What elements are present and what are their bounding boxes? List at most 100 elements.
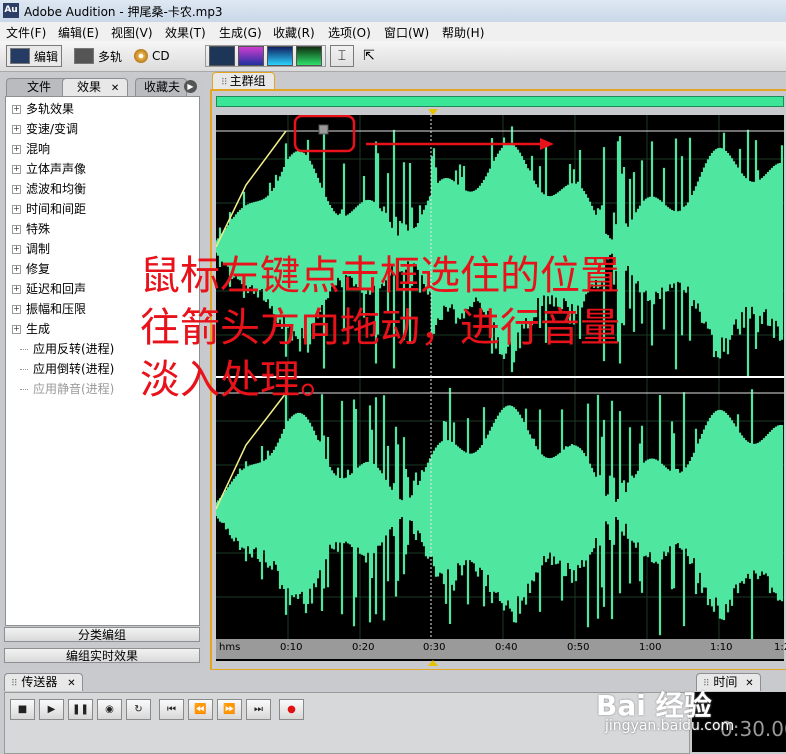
list-item-label: 应用静音(进程) — [33, 382, 115, 396]
list-item[interactable]: + 延迟和回声 — [12, 279, 86, 299]
expand-icon[interactable]: + — [12, 104, 21, 114]
group-realtime-effects-button[interactable]: 编组实时效果 — [4, 648, 200, 663]
time-ruler[interactable]: hms 0:10 0:20 0:30 0:40 0:50 1:00 1:10 1… — [216, 639, 786, 659]
fade-in-handle[interactable] — [318, 124, 329, 135]
menu-view[interactable]: 视图(V) — [111, 24, 153, 41]
multitrack-label: 多轨 — [98, 49, 123, 64]
ruler-label: 0:40 — [495, 642, 518, 653]
menu-file[interactable]: 文件(F) — [6, 24, 46, 41]
list-item-label: 混响 — [26, 142, 51, 156]
menu-options[interactable]: 选项(O) — [328, 24, 371, 41]
list-item-label: 应用反转(进程) — [33, 342, 115, 356]
tree-line — [20, 348, 28, 350]
tree-line — [20, 388, 28, 390]
rewind-icon[interactable]: ⏪ — [188, 699, 213, 720]
ruler-label: 0:10 — [280, 642, 303, 653]
expand-icon[interactable]: + — [12, 144, 21, 154]
close-icon[interactable]: ✕ — [745, 678, 753, 689]
cd-label: CD — [152, 49, 170, 63]
list-item[interactable]: + 特殊 — [12, 219, 50, 239]
menu-favorites[interactable]: 收藏(R) — [273, 24, 315, 41]
panel-menu-icon[interactable]: ▶ — [184, 80, 197, 93]
spectral-view-icon[interactable] — [238, 46, 264, 66]
window-title: Adobe Audition - 押尾桑-卡农.mp3 — [24, 5, 223, 19]
waveform-right-channel — [216, 387, 784, 639]
list-item[interactable]: + 变速/变调 — [12, 119, 78, 139]
expand-icon[interactable]: + — [12, 244, 21, 254]
app-icon: Au — [3, 3, 19, 18]
ruler-label: 1:00 — [639, 642, 662, 653]
close-icon[interactable]: ✕ — [67, 678, 75, 689]
ruler-label: 1:10 — [710, 642, 733, 653]
tab-favorites[interactable]: 收藏夫 — [135, 78, 187, 96]
list-item[interactable]: + 调制 — [12, 239, 50, 259]
list-item[interactable]: + 多轨效果 — [12, 99, 74, 119]
list-item[interactable]: + 时间和间距 — [12, 199, 86, 219]
edit-view-label: 编辑 — [34, 49, 59, 64]
fast-forward-icon[interactable]: ⏩ — [217, 699, 242, 720]
menu-window[interactable]: 窗口(W) — [384, 24, 429, 41]
expand-icon[interactable]: + — [12, 124, 21, 134]
expand-icon[interactable]: + — [12, 224, 21, 234]
menu-effects[interactable]: 效果(T) — [165, 24, 206, 41]
list-item-label: 振幅和压限 — [26, 302, 87, 316]
phase-view-icon[interactable] — [296, 46, 322, 66]
tab-effects[interactable]: 效果 ✕ — [62, 78, 129, 96]
list-item-label: 应用倒转(进程) — [33, 362, 115, 376]
list-item: 应用静音(进程) — [20, 379, 114, 399]
list-item[interactable]: + 混响 — [12, 139, 50, 159]
list-item-label: 变速/变调 — [26, 122, 79, 136]
expand-icon[interactable]: + — [12, 184, 21, 194]
list-item[interactable]: + 振幅和压限 — [12, 299, 86, 319]
ruler-label: 0:50 — [567, 642, 590, 653]
group-by-category-button[interactable]: 分类编组 — [4, 627, 200, 642]
waveform-view-icon[interactable] — [209, 46, 235, 66]
expand-icon[interactable]: + — [12, 164, 21, 174]
tab-transport-label: 传送器 — [21, 675, 58, 689]
record-icon[interactable]: ● — [279, 699, 304, 720]
marquee-tool-icon[interactable]: ⇱ — [357, 45, 381, 67]
tab-effects-label: 效果 — [77, 80, 102, 94]
loop-icon[interactable]: ↻ — [126, 699, 151, 720]
expand-icon[interactable]: + — [12, 204, 21, 214]
cd-view-button[interactable]: CD — [130, 45, 174, 67]
menu-generate[interactable]: 生成(G) — [219, 24, 262, 41]
stop-icon[interactable]: ■ — [10, 699, 35, 720]
pan-view-icon[interactable] — [267, 46, 293, 66]
expand-icon[interactable]: + — [12, 304, 21, 314]
time-selection-tool-icon[interactable]: ⌶ — [330, 45, 354, 67]
play-icon[interactable]: ▶ — [39, 699, 64, 720]
title-bar: Au Adobe Audition - 押尾桑-卡农.mp3 — [0, 0, 786, 23]
expand-icon[interactable]: + — [12, 324, 21, 334]
cd-icon — [134, 49, 148, 63]
playhead-marker-bottom-icon[interactable] — [428, 660, 438, 666]
pause-icon[interactable]: ❚❚ — [68, 699, 93, 720]
edit-view-button[interactable]: 编辑 — [6, 45, 63, 67]
go-to-end-icon[interactable]: ⏭ — [246, 699, 271, 720]
grip-icon: ⠿ — [221, 78, 228, 88]
menu-edit[interactable]: 编辑(E) — [58, 24, 99, 41]
menu-bar: 文件(F) 编辑(E) 视图(V) 效果(T) 生成(G) 收藏(R) 选项(O… — [0, 22, 786, 42]
expand-icon[interactable]: + — [12, 284, 21, 294]
list-item[interactable]: + 修复 — [12, 259, 50, 279]
go-to-start-icon[interactable]: ⏮ — [159, 699, 184, 720]
play-to-end-icon[interactable]: ◉ — [97, 699, 122, 720]
list-item-label: 滤波和均衡 — [26, 182, 87, 196]
list-item-label: 时间和间距 — [26, 202, 87, 216]
multitrack-view-button[interactable]: 多轨 — [70, 45, 126, 67]
list-item[interactable]: + 生成 — [12, 319, 50, 339]
list-item-label: 生成 — [26, 322, 51, 336]
ruler-label: 1:20 — [774, 642, 786, 653]
tab-transport[interactable]: ⠿ 传送器 ✕ — [4, 673, 83, 691]
zoom-overview-bar[interactable] — [216, 96, 784, 107]
list-item[interactable]: 应用倒转(进程) — [20, 359, 114, 379]
list-item[interactable]: + 立体声声像 — [12, 159, 86, 179]
list-item[interactable]: + 滤波和均衡 — [12, 179, 86, 199]
close-icon[interactable]: ✕ — [111, 83, 119, 94]
expand-icon[interactable]: + — [12, 264, 21, 274]
playhead-marker-top-icon[interactable] — [428, 109, 438, 115]
menu-help[interactable]: 帮助(H) — [442, 24, 484, 41]
list-item[interactable]: 应用反转(进程) — [20, 339, 114, 359]
watermark-url: jingyan.baidu.com — [605, 718, 735, 734]
tab-main-group[interactable]: ⠿ 主群组 — [212, 72, 275, 90]
